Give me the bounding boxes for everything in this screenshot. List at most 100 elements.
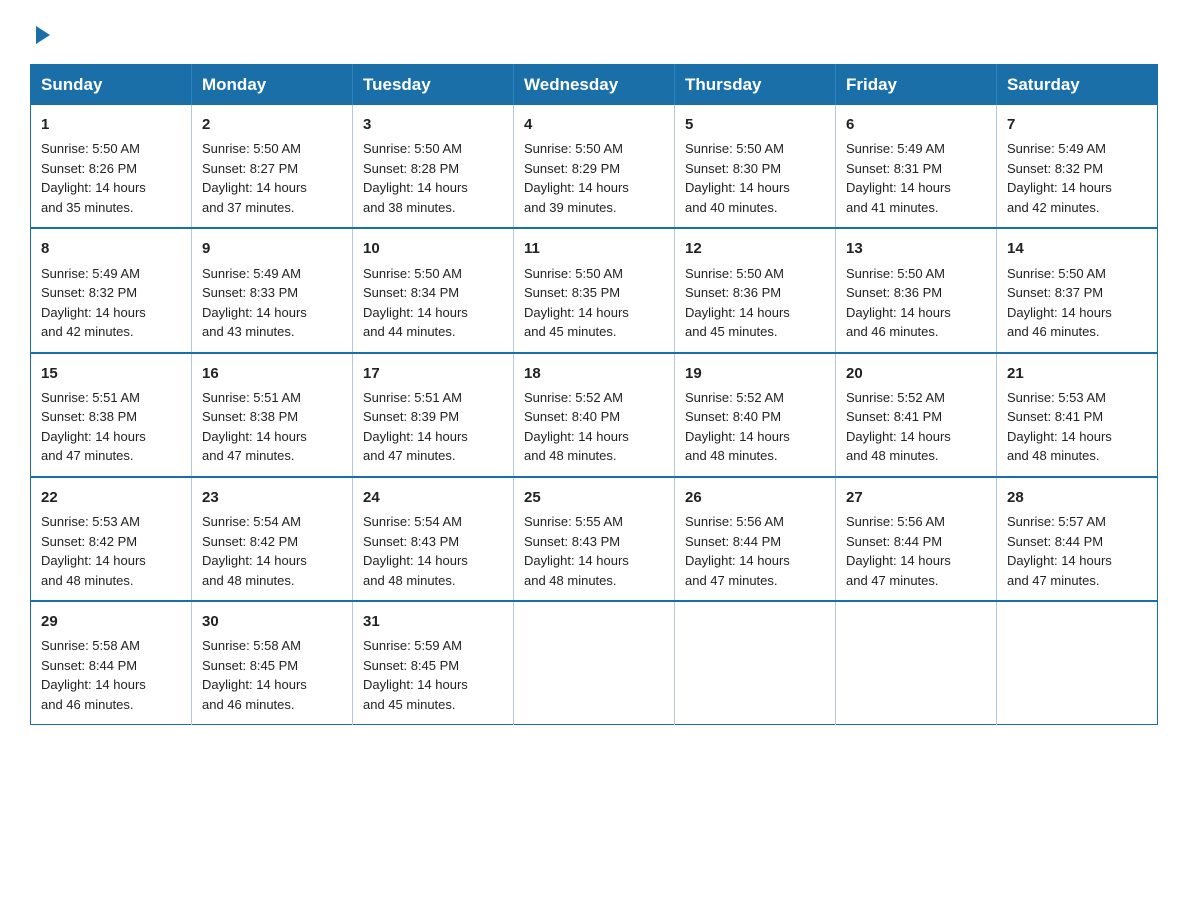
calendar-day-cell: 13 Sunrise: 5:50 AMSunset: 8:36 PMDayligh…	[836, 228, 997, 352]
calendar-day-cell	[514, 601, 675, 725]
calendar-day-cell: 28 Sunrise: 5:57 AMSunset: 8:44 PMDayligh…	[997, 477, 1158, 601]
day-info: Sunrise: 5:50 AMSunset: 8:30 PMDaylight:…	[685, 139, 825, 217]
calendar-day-cell: 18 Sunrise: 5:52 AMSunset: 8:40 PMDayligh…	[514, 353, 675, 477]
calendar-day-cell: 23 Sunrise: 5:54 AMSunset: 8:42 PMDayligh…	[192, 477, 353, 601]
logo-arrow-icon	[32, 24, 54, 46]
day-info: Sunrise: 5:49 AMSunset: 8:31 PMDaylight:…	[846, 139, 986, 217]
calendar-day-cell: 31 Sunrise: 5:59 AMSunset: 8:45 PMDayligh…	[353, 601, 514, 725]
day-info: Sunrise: 5:57 AMSunset: 8:44 PMDaylight:…	[1007, 512, 1147, 590]
calendar-header-thursday: Thursday	[675, 65, 836, 106]
day-info: Sunrise: 5:55 AMSunset: 8:43 PMDaylight:…	[524, 512, 664, 590]
calendar-day-cell: 29 Sunrise: 5:58 AMSunset: 8:44 PMDayligh…	[31, 601, 192, 725]
day-number: 2	[202, 113, 342, 136]
day-number: 26	[685, 486, 825, 509]
calendar-day-cell: 2 Sunrise: 5:50 AMSunset: 8:27 PMDaylight…	[192, 105, 353, 228]
day-info: Sunrise: 5:52 AMSunset: 8:41 PMDaylight:…	[846, 388, 986, 466]
day-info: Sunrise: 5:49 AMSunset: 8:33 PMDaylight:…	[202, 264, 342, 342]
calendar-day-cell	[836, 601, 997, 725]
calendar-header-wednesday: Wednesday	[514, 65, 675, 106]
page-header	[30, 20, 1158, 46]
day-number: 5	[685, 113, 825, 136]
day-number: 16	[202, 362, 342, 385]
calendar-day-cell	[675, 601, 836, 725]
calendar-day-cell: 25 Sunrise: 5:55 AMSunset: 8:43 PMDayligh…	[514, 477, 675, 601]
calendar-day-cell: 12 Sunrise: 5:50 AMSunset: 8:36 PMDayligh…	[675, 228, 836, 352]
calendar-day-cell: 4 Sunrise: 5:50 AMSunset: 8:29 PMDaylight…	[514, 105, 675, 228]
calendar-day-cell: 21Sunrise: 5:53 AMSunset: 8:41 PMDayligh…	[997, 353, 1158, 477]
calendar-day-cell: 1 Sunrise: 5:50 AMSunset: 8:26 PMDaylight…	[31, 105, 192, 228]
calendar-week-row: 22 Sunrise: 5:53 AMSunset: 8:42 PMDayligh…	[31, 477, 1158, 601]
day-info: Sunrise: 5:51 AMSunset: 8:38 PMDaylight:…	[41, 388, 181, 466]
day-number: 29	[41, 610, 181, 633]
day-number: 8	[41, 237, 181, 260]
calendar-week-row: 29 Sunrise: 5:58 AMSunset: 8:44 PMDayligh…	[31, 601, 1158, 725]
day-info: Sunrise: 5:58 AMSunset: 8:44 PMDaylight:…	[41, 636, 181, 714]
day-info: Sunrise: 5:56 AMSunset: 8:44 PMDaylight:…	[685, 512, 825, 590]
day-number: 20	[846, 362, 986, 385]
day-number: 3	[363, 113, 503, 136]
day-info: Sunrise: 5:50 AMSunset: 8:29 PMDaylight:…	[524, 139, 664, 217]
day-info: Sunrise: 5:56 AMSunset: 8:44 PMDaylight:…	[846, 512, 986, 590]
calendar-table: SundayMondayTuesdayWednesdayThursdayFrid…	[30, 64, 1158, 725]
calendar-week-row: 15Sunrise: 5:51 AMSunset: 8:38 PMDayligh…	[31, 353, 1158, 477]
calendar-day-cell: 19 Sunrise: 5:52 AMSunset: 8:40 PMDayligh…	[675, 353, 836, 477]
day-info: Sunrise: 5:59 AMSunset: 8:45 PMDaylight:…	[363, 636, 503, 714]
day-info: Sunrise: 5:50 AMSunset: 8:37 PMDaylight:…	[1007, 264, 1147, 342]
calendar-day-cell: 20 Sunrise: 5:52 AMSunset: 8:41 PMDayligh…	[836, 353, 997, 477]
calendar-header-tuesday: Tuesday	[353, 65, 514, 106]
calendar-day-cell: 7 Sunrise: 5:49 AMSunset: 8:32 PMDaylight…	[997, 105, 1158, 228]
calendar-day-cell: 9 Sunrise: 5:49 AMSunset: 8:33 PMDaylight…	[192, 228, 353, 352]
calendar-day-cell: 26 Sunrise: 5:56 AMSunset: 8:44 PMDayligh…	[675, 477, 836, 601]
calendar-header-sunday: Sunday	[31, 65, 192, 106]
calendar-day-cell: 6Sunrise: 5:49 AMSunset: 8:31 PMDaylight…	[836, 105, 997, 228]
day-info: Sunrise: 5:51 AMSunset: 8:38 PMDaylight:…	[202, 388, 342, 466]
day-number: 19	[685, 362, 825, 385]
calendar-week-row: 8Sunrise: 5:49 AMSunset: 8:32 PMDaylight…	[31, 228, 1158, 352]
day-number: 25	[524, 486, 664, 509]
day-info: Sunrise: 5:54 AMSunset: 8:42 PMDaylight:…	[202, 512, 342, 590]
day-info: Sunrise: 5:50 AMSunset: 8:36 PMDaylight:…	[685, 264, 825, 342]
day-number: 9	[202, 237, 342, 260]
calendar-day-cell: 22 Sunrise: 5:53 AMSunset: 8:42 PMDayligh…	[31, 477, 192, 601]
day-number: 13	[846, 237, 986, 260]
day-number: 28	[1007, 486, 1147, 509]
calendar-day-cell: 3 Sunrise: 5:50 AMSunset: 8:28 PMDaylight…	[353, 105, 514, 228]
day-number: 18	[524, 362, 664, 385]
day-info: Sunrise: 5:50 AMSunset: 8:35 PMDaylight:…	[524, 264, 664, 342]
calendar-day-cell: 14 Sunrise: 5:50 AMSunset: 8:37 PMDayligh…	[997, 228, 1158, 352]
day-number: 21	[1007, 362, 1147, 385]
day-info: Sunrise: 5:50 AMSunset: 8:36 PMDaylight:…	[846, 264, 986, 342]
calendar-week-row: 1 Sunrise: 5:50 AMSunset: 8:26 PMDaylight…	[31, 105, 1158, 228]
day-number: 22	[41, 486, 181, 509]
day-number: 10	[363, 237, 503, 260]
day-number: 7	[1007, 113, 1147, 136]
day-number: 4	[524, 113, 664, 136]
day-info: Sunrise: 5:54 AMSunset: 8:43 PMDaylight:…	[363, 512, 503, 590]
calendar-day-cell: 15Sunrise: 5:51 AMSunset: 8:38 PMDayligh…	[31, 353, 192, 477]
day-info: Sunrise: 5:52 AMSunset: 8:40 PMDaylight:…	[524, 388, 664, 466]
day-info: Sunrise: 5:50 AMSunset: 8:27 PMDaylight:…	[202, 139, 342, 217]
day-info: Sunrise: 5:52 AMSunset: 8:40 PMDaylight:…	[685, 388, 825, 466]
day-number: 24	[363, 486, 503, 509]
day-number: 30	[202, 610, 342, 633]
calendar-day-cell: 10Sunrise: 5:50 AMSunset: 8:34 PMDayligh…	[353, 228, 514, 352]
day-number: 12	[685, 237, 825, 260]
calendar-day-cell: 5 Sunrise: 5:50 AMSunset: 8:30 PMDaylight…	[675, 105, 836, 228]
calendar-header-friday: Friday	[836, 65, 997, 106]
calendar-day-cell: 17Sunrise: 5:51 AMSunset: 8:39 PMDayligh…	[353, 353, 514, 477]
logo	[30, 20, 54, 46]
day-info: Sunrise: 5:53 AMSunset: 8:42 PMDaylight:…	[41, 512, 181, 590]
calendar-header-saturday: Saturday	[997, 65, 1158, 106]
day-number: 17	[363, 362, 503, 385]
day-number: 23	[202, 486, 342, 509]
day-number: 14	[1007, 237, 1147, 260]
calendar-day-cell: 27Sunrise: 5:56 AMSunset: 8:44 PMDayligh…	[836, 477, 997, 601]
calendar-day-cell: 8Sunrise: 5:49 AMSunset: 8:32 PMDaylight…	[31, 228, 192, 352]
day-info: Sunrise: 5:49 AMSunset: 8:32 PMDaylight:…	[1007, 139, 1147, 217]
day-number: 1	[41, 113, 181, 136]
day-number: 31	[363, 610, 503, 633]
day-info: Sunrise: 5:50 AMSunset: 8:28 PMDaylight:…	[363, 139, 503, 217]
day-info: Sunrise: 5:58 AMSunset: 8:45 PMDaylight:…	[202, 636, 342, 714]
day-info: Sunrise: 5:50 AMSunset: 8:26 PMDaylight:…	[41, 139, 181, 217]
calendar-day-cell: 11Sunrise: 5:50 AMSunset: 8:35 PMDayligh…	[514, 228, 675, 352]
